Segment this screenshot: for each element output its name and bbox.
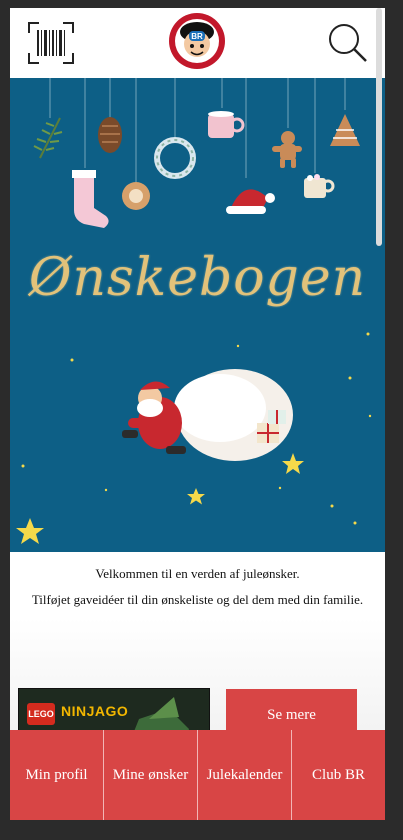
santa-with-sack-icon — [122, 369, 293, 461]
pine-branch-icon — [33, 117, 63, 159]
br-mascot-icon: BR — [169, 13, 225, 69]
star-icon — [16, 518, 44, 544]
christmas-illustration — [16, 78, 372, 544]
gingerbread-man-icon — [272, 131, 302, 168]
hero-banner: Ønskebogen — [10, 78, 385, 552]
star-icon — [282, 453, 304, 474]
svg-text:BR: BR — [191, 32, 203, 41]
bottom-navigation: Min profil Mine ønsker Julekalender Club… — [10, 730, 385, 820]
nav-item-my-profile[interactable]: Min profil — [10, 730, 104, 820]
hero-title: Ønskebogen — [28, 248, 367, 308]
nav-item-my-wishes[interactable]: Mine ønsker — [104, 730, 198, 820]
intro-welcome-text: Velkommen til en verden af juleønsker. — [95, 566, 300, 581]
intro-section: Velkommen til en verden af juleønsker. T… — [10, 552, 385, 618]
scrollbar[interactable] — [376, 8, 382, 246]
barcode-icon — [28, 22, 74, 64]
barcode-scanner-button[interactable] — [28, 22, 74, 64]
br-logo[interactable]: BR — [168, 12, 226, 70]
star-icon — [187, 488, 205, 505]
intro-description-text: Tilføjet gaveidéer til din ønskeliste og… — [31, 592, 364, 607]
stocking-icon — [74, 173, 109, 228]
app-frame: BR Ønskebogen Velkommen til en verden af… — [10, 8, 385, 820]
search-icon — [329, 24, 367, 62]
app-header: BR — [10, 8, 385, 78]
nav-item-advent-calendar[interactable]: Julekalender — [198, 730, 292, 820]
search-button[interactable] — [327, 22, 369, 64]
nav-item-club-br[interactable]: Club BR — [292, 730, 385, 820]
